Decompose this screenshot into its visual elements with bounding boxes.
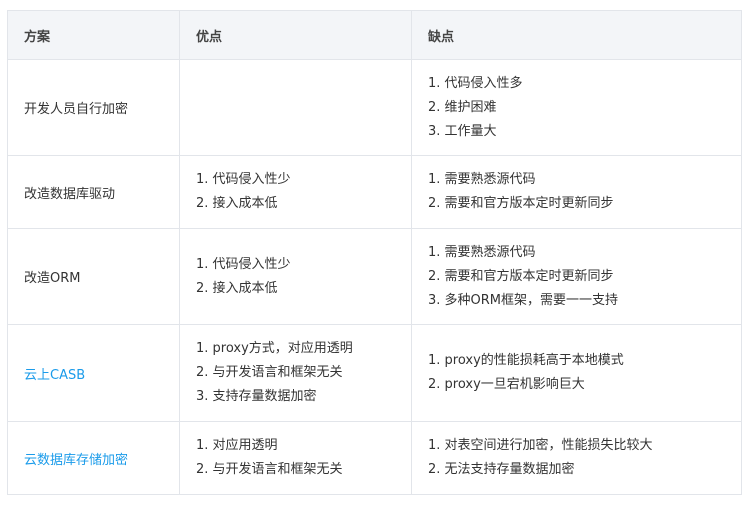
cons-cell: 1. 对表空间进行加密，性能损失比较大 2. 无法支持存量数据加密 bbox=[411, 421, 742, 495]
cons-item: 3. 工作量大 bbox=[428, 123, 497, 139]
table-row: 改造数据库驱动 1. 代码侵入性少 2. 接入成本低 1. 需要熟悉源代码 2.… bbox=[7, 155, 742, 229]
scheme-link-casb[interactable]: 云上CASB bbox=[24, 368, 85, 383]
cons-item: 1. proxy的性能损耗高于本地模式 bbox=[428, 353, 624, 368]
scheme-cell: 改造ORM bbox=[7, 228, 180, 325]
pros-cell: 1. 对应用透明 2. 与开发语言和框架无关 bbox=[179, 421, 412, 495]
cons-item: 1. 代码侵入性多 bbox=[428, 75, 523, 91]
cons-item: 2. 无法支持存量数据加密 bbox=[428, 462, 575, 477]
cons-item: 2. 需要和官方版本定时更新同步 bbox=[428, 196, 614, 211]
cons-cell: 1. 需要熟悉源代码 2. 需要和官方版本定时更新同步 3. 多种ORM框架，需… bbox=[411, 228, 742, 325]
scheme-link-cloud-db[interactable]: 云数据库存储加密 bbox=[24, 453, 128, 468]
cons-item: 1. 需要熟悉源代码 bbox=[428, 244, 536, 260]
pros-item: 2. 与开发语言和框架无关 bbox=[196, 462, 343, 477]
cons-cell: 1. 代码侵入性多 2. 维护困难 3. 工作量大 bbox=[411, 59, 742, 156]
cons-item: 2. proxy一旦宕机影响巨大 bbox=[428, 377, 585, 392]
cons-item: 2. 维护困难 bbox=[428, 99, 497, 115]
scheme-cell: 改造数据库驱动 bbox=[7, 155, 180, 229]
table-row: 改造ORM 1. 代码侵入性少 2. 接入成本低 1. 需要熟悉源代码 2. 需… bbox=[7, 228, 742, 325]
table-row: 开发人员自行加密 1. 代码侵入性多 2. 维护困难 3. 工作量大 bbox=[7, 59, 742, 156]
pros-item: 2. 接入成本低 bbox=[196, 196, 278, 211]
pros-cell: 1. proxy方式，对应用透明 2. 与开发语言和框架无关 3. 支持存量数据… bbox=[179, 324, 412, 422]
scheme-cell[interactable]: 云上CASB bbox=[7, 324, 180, 422]
header-scheme: 方案 bbox=[7, 10, 180, 60]
scheme-cell: 开发人员自行加密 bbox=[7, 59, 180, 156]
pros-cell: 1. 代码侵入性少 2. 接入成本低 bbox=[179, 155, 412, 229]
table-row: 云上CASB 1. proxy方式，对应用透明 2. 与开发语言和框架无关 3.… bbox=[7, 324, 742, 422]
header-row: 方案 优点 缺点 bbox=[7, 10, 742, 60]
comparison-table: 方案 优点 缺点 开发人员自行加密 1. 代码侵入性多 2. 维护困难 3. 工… bbox=[7, 10, 742, 495]
header-cons: 缺点 bbox=[411, 10, 742, 60]
pros-cell bbox=[179, 59, 412, 156]
cons-cell: 1. proxy的性能损耗高于本地模式 2. proxy一旦宕机影响巨大 bbox=[411, 324, 742, 422]
cons-item: 2. 需要和官方版本定时更新同步 bbox=[428, 268, 614, 284]
table-row: 云数据库存储加密 1. 对应用透明 2. 与开发语言和框架无关 1. 对表空间进… bbox=[7, 421, 742, 495]
pros-item: 1. 代码侵入性少 bbox=[196, 256, 291, 272]
cons-item: 1. 需要熟悉源代码 bbox=[428, 172, 536, 187]
header-pros: 优点 bbox=[179, 10, 412, 60]
pros-item: 2. 接入成本低 bbox=[196, 280, 278, 296]
cons-item: 3. 多种ORM框架，需要一一支持 bbox=[428, 292, 619, 308]
pros-item: 1. proxy方式，对应用透明 bbox=[196, 341, 353, 356]
pros-item: 2. 与开发语言和框架无关 bbox=[196, 365, 343, 380]
cons-item: 1. 对表空间进行加密，性能损失比较大 bbox=[428, 438, 653, 453]
cons-cell: 1. 需要熟悉源代码 2. 需要和官方版本定时更新同步 bbox=[411, 155, 742, 229]
scheme-cell[interactable]: 云数据库存储加密 bbox=[7, 421, 180, 495]
pros-item: 3. 支持存量数据加密 bbox=[196, 389, 317, 404]
pros-cell: 1. 代码侵入性少 2. 接入成本低 bbox=[179, 228, 412, 325]
pros-item: 1. 代码侵入性少 bbox=[196, 172, 291, 187]
pros-item: 1. 对应用透明 bbox=[196, 438, 278, 453]
